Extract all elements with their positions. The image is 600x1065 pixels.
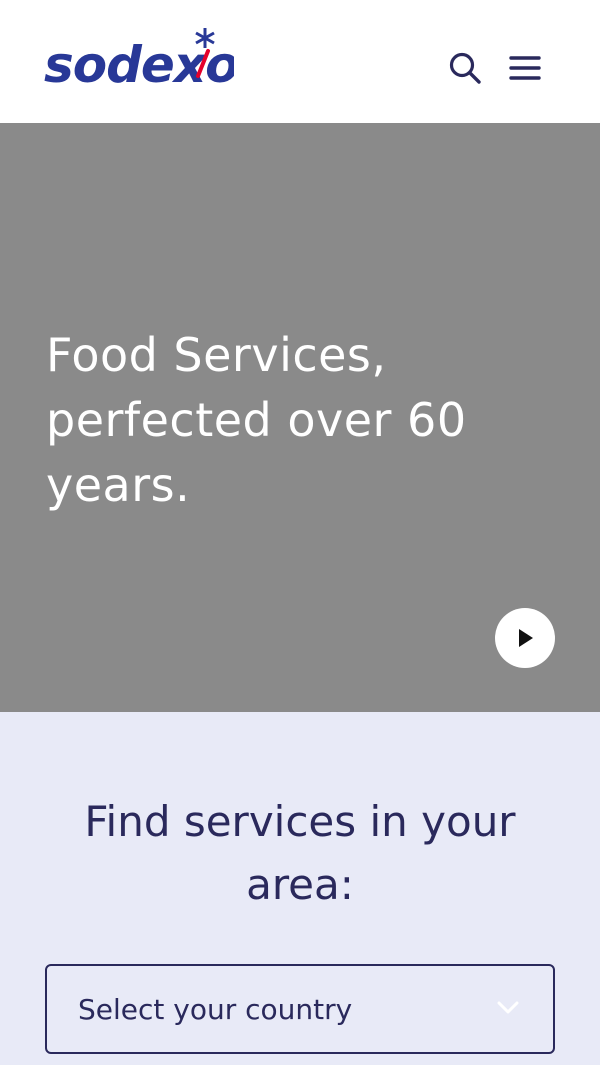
site-header: sodexo — [0, 0, 600, 123]
finder-title: Find services in your area: — [84, 797, 516, 909]
hero-banner: Food Services, perfected over 60 years. — [0, 123, 600, 712]
search-icon — [449, 52, 481, 84]
menu-button[interactable] — [505, 48, 545, 88]
country-select-label: Select your country — [78, 992, 353, 1026]
chevron-down-icon — [497, 1001, 519, 1014]
service-finder-section: Find services in your area: Select your … — [0, 712, 600, 1065]
play-icon — [519, 629, 533, 647]
hero-title: Food Services, perfected over 60 years. — [46, 328, 467, 512]
play-video-button[interactable] — [495, 608, 555, 668]
country-select[interactable]: Select your country — [45, 964, 555, 1054]
hamburger-menu-icon — [509, 56, 541, 80]
search-button[interactable] — [445, 48, 485, 88]
sodexo-logo[interactable]: sodexo — [44, 22, 234, 92]
